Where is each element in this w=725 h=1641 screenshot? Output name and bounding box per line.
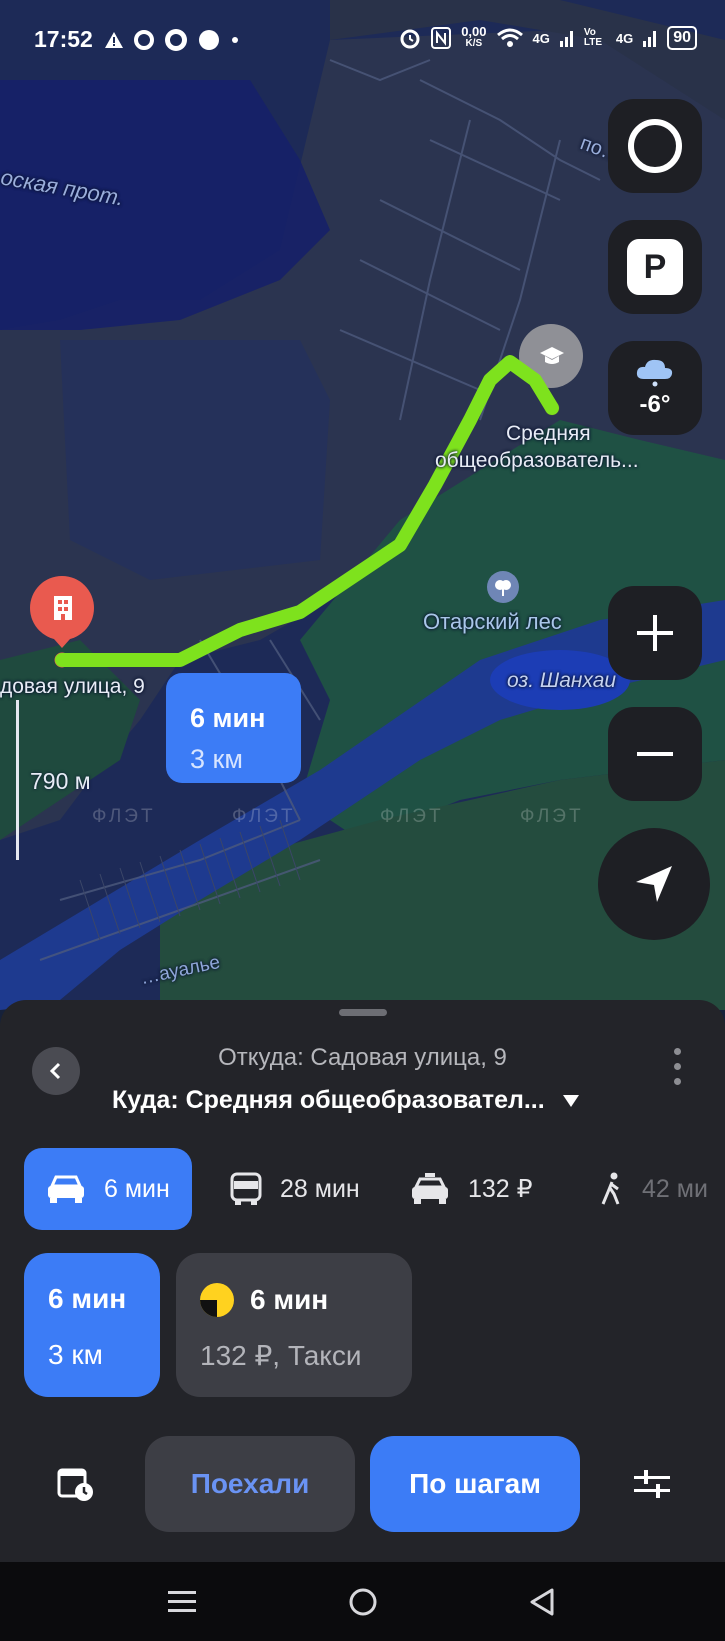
option-car-distance: 3 км bbox=[48, 1339, 103, 1370]
scale-label: 790 м bbox=[30, 768, 91, 794]
option-car-time: 6 мин bbox=[48, 1283, 127, 1314]
menu-icon bbox=[168, 1591, 196, 1612]
circle-icon bbox=[199, 30, 219, 50]
mode-taxi[interactable]: 132 ₽ bbox=[410, 1148, 533, 1230]
snow-cloud-icon bbox=[636, 359, 673, 387]
weather-temp: -6° bbox=[639, 391, 671, 418]
watermark: ФЛЭТ bbox=[232, 806, 296, 827]
notification-icons bbox=[104, 28, 240, 52]
route-settings-button[interactable] bbox=[624, 1456, 680, 1512]
assistant-ring-icon bbox=[628, 119, 682, 173]
park-icon bbox=[492, 576, 514, 598]
step-by-step-button[interactable]: По шагам bbox=[370, 1436, 580, 1532]
back-triangle-icon bbox=[530, 1588, 554, 1616]
destination-label-line2[interactable]: общеобразователь... bbox=[435, 449, 639, 473]
record-icon bbox=[134, 30, 154, 50]
mode-bus-label: 28 мин bbox=[280, 1174, 360, 1203]
alice-assistant-button[interactable] bbox=[608, 99, 702, 193]
building-icon[interactable] bbox=[51, 594, 75, 622]
status-bar: 17:52 0,00 K/S 4G Vo LTE 4G 90 bbox=[0, 0, 725, 80]
route-from[interactable]: Откуда: Садовая улица, 9 bbox=[0, 1044, 725, 1072]
route-badge-distance: 3 км bbox=[190, 744, 243, 774]
scale-bar bbox=[16, 700, 19, 860]
system-icons: 0,00 K/S 4G Vo LTE 4G 90 bbox=[399, 24, 697, 50]
mode-car-label: 6 мин bbox=[104, 1174, 170, 1203]
home-button[interactable] bbox=[341, 1580, 385, 1624]
schedule-button[interactable] bbox=[48, 1456, 104, 1512]
calendar-clock-icon bbox=[57, 1468, 93, 1501]
app-badge-icon bbox=[165, 29, 187, 51]
route-to[interactable]: Куда: Средняя общеобразовател... bbox=[112, 1086, 579, 1115]
dot-icon bbox=[232, 37, 238, 43]
parking-icon: P bbox=[627, 239, 683, 295]
lake-label: оз. Шанхаи bbox=[507, 669, 617, 692]
sliders-icon bbox=[634, 1470, 670, 1498]
option-taxi-price: 132 ₽, Такси bbox=[200, 1340, 362, 1371]
panel-grabber[interactable] bbox=[339, 1009, 387, 1016]
warning-icon bbox=[105, 32, 123, 48]
zoom-in-button[interactable] bbox=[608, 586, 702, 680]
mode-walk[interactable]: 42 ми bbox=[600, 1148, 708, 1230]
wifi-icon bbox=[496, 28, 523, 47]
bus-icon bbox=[230, 1172, 262, 1205]
nfc-icon bbox=[431, 27, 452, 49]
car-icon bbox=[48, 1175, 84, 1203]
watermark: ФЛЭТ bbox=[380, 806, 444, 827]
alarm-icon bbox=[400, 29, 420, 49]
parking-button[interactable]: P bbox=[608, 220, 702, 314]
zoom-out-button[interactable] bbox=[608, 707, 702, 801]
network-type-2: 4G bbox=[615, 30, 634, 46]
recent-apps-button[interactable] bbox=[160, 1580, 204, 1624]
plus-icon bbox=[637, 615, 673, 651]
home-circle-icon bbox=[349, 1588, 377, 1616]
route-badge-time: 6 мин bbox=[190, 703, 266, 733]
net-speed-unit: K/S bbox=[465, 38, 483, 49]
signal-icon-2 bbox=[643, 31, 657, 47]
network-type-1: 4G bbox=[532, 30, 550, 46]
school-icon[interactable] bbox=[539, 343, 565, 369]
net-speed-value: 0,00 bbox=[461, 24, 487, 39]
battery-level: 90 bbox=[667, 26, 697, 50]
navigation-arrow-icon bbox=[636, 866, 672, 902]
forest-label: Отарский лес bbox=[423, 609, 562, 634]
option-taxi-time: 6 мин bbox=[250, 1284, 329, 1315]
mode-car[interactable]: 6 мин bbox=[24, 1148, 192, 1230]
route-to-text: Куда: Средняя общеобразовател... bbox=[112, 1086, 545, 1114]
more-options-button[interactable] bbox=[674, 1048, 681, 1085]
system-back-button[interactable] bbox=[520, 1580, 564, 1624]
weather-button[interactable]: -6° bbox=[608, 341, 702, 435]
route-option-taxi[interactable]: 6 мин 132 ₽, Такси bbox=[176, 1253, 412, 1397]
transport-modes: 6 мин 28 мин 132 ₽ 42 ми bbox=[24, 1148, 725, 1230]
volte-label: Vo LTE bbox=[583, 27, 603, 48]
yandex-taxi-logo-icon bbox=[200, 1283, 234, 1317]
origin-label[interactable]: довая улица, 9 bbox=[0, 675, 145, 699]
mode-walk-label: 42 ми bbox=[642, 1174, 708, 1203]
system-navigation-bar bbox=[0, 1562, 725, 1641]
net-speed: 0,00 K/S bbox=[461, 24, 487, 50]
my-location-button[interactable] bbox=[598, 828, 710, 940]
watermark: ФЛЭТ bbox=[92, 806, 156, 827]
minus-icon bbox=[637, 752, 673, 756]
destination-label[interactable]: Средняя bbox=[506, 422, 591, 446]
watermark: ФЛЭТ bbox=[520, 806, 584, 827]
route-badge[interactable]: 6 мин 3 км bbox=[166, 673, 301, 783]
go-button[interactable]: Поехали bbox=[145, 1436, 355, 1532]
walk-icon bbox=[601, 1172, 620, 1205]
route-panel: Откуда: Садовая улица, 9 Куда: Средняя о… bbox=[0, 1000, 725, 1562]
action-bar: Поехали По шагам bbox=[0, 1436, 725, 1532]
taxi-icon bbox=[412, 1173, 448, 1204]
caret-down-icon bbox=[562, 1094, 579, 1107]
route-option-car[interactable]: 6 мин 3 км bbox=[24, 1253, 160, 1397]
status-time: 17:52 bbox=[34, 26, 93, 52]
mode-taxi-label: 132 ₽ bbox=[468, 1175, 533, 1203]
map-view[interactable]: 17:52 0,00 K/S 4G Vo LTE 4G 90 оская про… bbox=[0, 0, 725, 1010]
signal-icon bbox=[559, 31, 573, 47]
mode-bus[interactable]: 28 мин bbox=[230, 1148, 360, 1230]
